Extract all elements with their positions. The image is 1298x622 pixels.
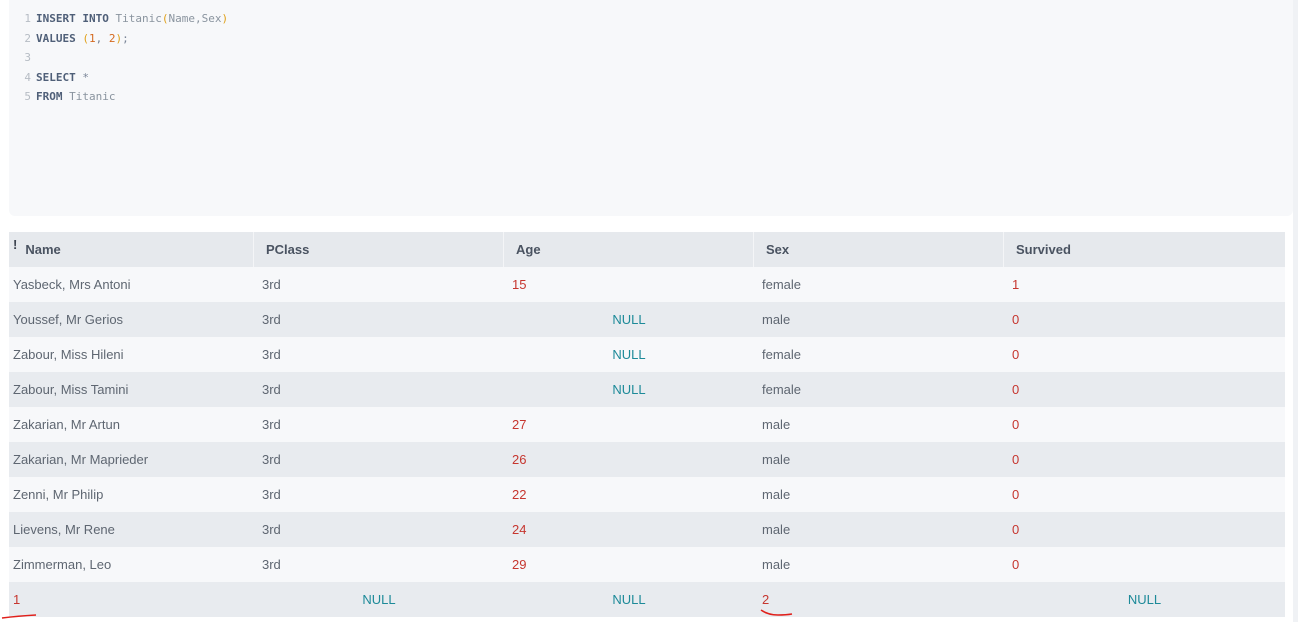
result-grid: ! Name PClass Age Sex Survived Yasbeck, M… xyxy=(9,232,1285,617)
table-row[interactable]: Lievens, Mr Rene 3rd 24 male 0 xyxy=(9,512,1285,547)
code-token: , xyxy=(194,12,202,25)
cell-survived[interactable]: 0 xyxy=(1004,442,1285,477)
cell-name[interactable]: 1 xyxy=(9,582,254,617)
grid-header: ! Name PClass Age Sex Survived xyxy=(9,232,1285,267)
code-line[interactable]: 2 VALUES (1, 2); xyxy=(9,29,1293,49)
table-row[interactable]: Zakarian, Mr Maprieder 3rd 26 male 0 xyxy=(9,442,1285,477)
code-line[interactable]: 3 xyxy=(9,48,1293,68)
cell-age[interactable]: 15 xyxy=(504,267,754,302)
cell-name[interactable]: Youssef, Mr Gerios xyxy=(9,302,254,337)
cell-pclass[interactable]: NULL xyxy=(254,582,504,617)
cell-sex[interactable]: female xyxy=(754,337,1004,372)
code-token: , xyxy=(95,31,109,45)
cell-survived[interactable]: NULL xyxy=(1004,582,1285,617)
code-token: ; xyxy=(122,31,129,45)
code-token: FROM xyxy=(36,90,63,103)
cell-sex[interactable]: male xyxy=(754,442,1004,477)
cell-survived[interactable]: 0 xyxy=(1004,512,1285,547)
cell-age[interactable]: NULL xyxy=(504,337,754,372)
cell-pclass[interactable]: 3rd xyxy=(254,372,504,407)
cell-age[interactable]: NULL xyxy=(504,372,754,407)
code-line[interactable]: 1 INSERT INTO Titanic(Name,Sex) xyxy=(9,9,1293,29)
code-line[interactable]: 4 SELECT * xyxy=(9,68,1293,88)
table-row[interactable]: Youssef, Mr Gerios 3rd NULL male 0 xyxy=(9,302,1285,337)
cell-age[interactable]: 24 xyxy=(504,512,754,547)
cell-sex[interactable]: male xyxy=(754,407,1004,442)
code-token: Sex xyxy=(201,12,222,25)
code-token: SELECT xyxy=(36,70,76,84)
code-line[interactable]: 5 FROM Titanic xyxy=(9,87,1293,107)
grid-body: Yasbeck, Mrs Antoni 3rd 15 female 1 Youssef, … xyxy=(9,267,1285,617)
cell-pclass[interactable]: 3rd xyxy=(254,267,504,302)
code-token: Titanic xyxy=(62,90,116,103)
line-number: 1 xyxy=(24,12,31,25)
column-header-sex[interactable]: Sex xyxy=(754,232,1004,267)
code-token: VALUES xyxy=(36,31,76,45)
cell-sex[interactable]: female xyxy=(754,267,1004,302)
line-number: 3 xyxy=(24,51,31,64)
cell-pclass[interactable]: 3rd xyxy=(254,407,504,442)
cell-age[interactable]: 22 xyxy=(504,477,754,512)
line-number: 2 xyxy=(24,31,31,45)
table-row[interactable]: Zenni, Mr Philip 3rd 22 male 0 xyxy=(9,477,1285,512)
code-token: Name xyxy=(168,12,195,25)
cell-survived[interactable]: 0 xyxy=(1004,372,1285,407)
cell-name[interactable]: Zakarian, Mr Maprieder xyxy=(9,442,254,477)
cell-age[interactable]: 29 xyxy=(504,547,754,582)
column-header-name[interactable]: ! Name xyxy=(9,232,254,267)
cell-pclass[interactable]: 3rd xyxy=(254,337,504,372)
cell-sex[interactable]: male xyxy=(754,512,1004,547)
code-token: * xyxy=(75,70,89,84)
code-token: INSERT INTO xyxy=(36,12,109,25)
cell-pclass[interactable]: 3rd xyxy=(254,547,504,582)
cell-pclass[interactable]: 3rd xyxy=(254,302,504,337)
table-row[interactable]: 1 NULL NULL 2 NULL xyxy=(9,582,1285,617)
cell-survived[interactable]: 0 xyxy=(1004,407,1285,442)
cell-survived[interactable]: 0 xyxy=(1004,302,1285,337)
row-marker-icon: ! xyxy=(13,237,18,252)
cell-pclass[interactable]: 3rd xyxy=(254,442,504,477)
cell-sex[interactable]: male xyxy=(754,477,1004,512)
line-number: 4 xyxy=(24,70,31,84)
cell-age[interactable]: 26 xyxy=(504,442,754,477)
table-row[interactable]: Zimmerman, Leo 3rd 29 male 0 xyxy=(9,547,1285,582)
cell-name[interactable]: Lievens, Mr Rene xyxy=(9,512,254,547)
annotation-underline-sex xyxy=(760,609,793,616)
code-token: ) xyxy=(221,12,229,25)
table-row[interactable]: Zabour, Miss Hileni 3rd NULL female 0 xyxy=(9,337,1285,372)
cell-survived[interactable]: 0 xyxy=(1004,477,1285,512)
cell-name[interactable]: Zabour, Miss Tamini xyxy=(9,372,254,407)
cell-name[interactable]: Zimmerman, Leo xyxy=(9,547,254,582)
cell-survived[interactable]: 1 xyxy=(1004,267,1285,302)
cell-survived[interactable]: 0 xyxy=(1004,337,1285,372)
cell-sex[interactable]: male xyxy=(754,302,1004,337)
cell-sex[interactable]: male xyxy=(754,547,1004,582)
code-token: Titanic xyxy=(108,12,162,25)
code-token: ( xyxy=(82,31,89,45)
sql-editor[interactable]: 1 INSERT INTO Titanic(Name,Sex) 2 VALUES (1… xyxy=(9,0,1293,216)
column-header-survived[interactable]: Survived xyxy=(1004,232,1285,267)
scrollbar-track[interactable] xyxy=(1293,0,1298,622)
cell-pclass[interactable]: 3rd xyxy=(254,512,504,547)
cell-sex[interactable]: female xyxy=(754,372,1004,407)
cell-name[interactable]: Zabour, Miss Hileni xyxy=(9,337,254,372)
table-row[interactable]: Zabour, Miss Tamini 3rd NULL female 0 xyxy=(9,372,1285,407)
column-header-age[interactable]: Age xyxy=(504,232,754,267)
cell-age[interactable]: NULL xyxy=(504,582,754,617)
code-token: 2 xyxy=(108,31,116,45)
line-number: 5 xyxy=(24,90,31,103)
column-header-pclass[interactable]: PClass xyxy=(254,232,504,267)
cell-name[interactable]: Yasbeck, Mrs Antoni xyxy=(9,267,254,302)
table-row[interactable]: Zakarian, Mr Artun 3rd 27 male 0 xyxy=(9,407,1285,442)
annotation-underline-name xyxy=(1,614,37,619)
cell-survived[interactable]: 0 xyxy=(1004,547,1285,582)
cell-pclass[interactable]: 3rd xyxy=(254,477,504,512)
code-token: 1 xyxy=(89,31,96,45)
cell-name[interactable]: Zakarian, Mr Artun xyxy=(9,407,254,442)
table-row[interactable]: Yasbeck, Mrs Antoni 3rd 15 female 1 xyxy=(9,267,1285,302)
cell-age[interactable]: 27 xyxy=(504,407,754,442)
cell-age[interactable]: NULL xyxy=(504,302,754,337)
cell-name[interactable]: Zenni, Mr Philip xyxy=(9,477,254,512)
